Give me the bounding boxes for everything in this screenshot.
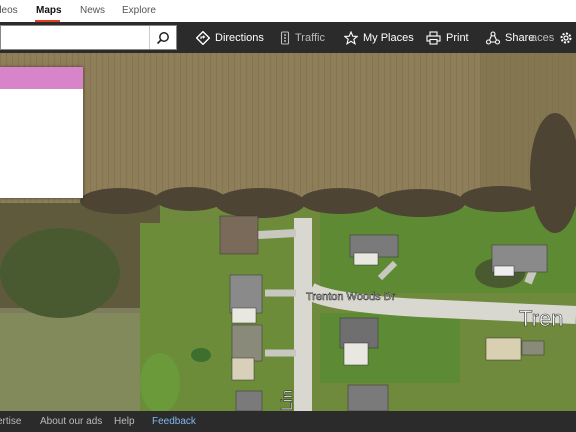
directions-label: Directions [215, 31, 264, 44]
footer: ertise About our ads Help Feedback [0, 411, 576, 432]
footer-help[interactable]: Help [114, 416, 135, 427]
nav-maps[interactable]: Maps [36, 5, 62, 16]
print-button[interactable]: Print [426, 22, 469, 53]
nav-videos[interactable]: deos [0, 5, 18, 16]
settings-button[interactable] [558, 22, 574, 53]
share-label: Share [505, 31, 535, 44]
map-canvas[interactable]: Trenton Woods Dr Tren Lin [0, 53, 576, 411]
my-places-label: My Places [363, 31, 414, 44]
nav-explore[interactable]: Explore [122, 5, 156, 16]
directions-button[interactable]: Directions [196, 22, 264, 53]
share-icon [486, 30, 500, 45]
aerial-imagery: Trenton Woods Dr Tren Lin [0, 53, 576, 411]
directions-icon [196, 30, 210, 45]
nav-news[interactable]: News [80, 5, 105, 16]
search-box [0, 25, 177, 50]
top-nav: deos Maps News Explore [0, 0, 576, 22]
gear-icon [560, 32, 572, 43]
footer-advertise[interactable]: ertise [0, 416, 21, 427]
traffic-label: Traffic [295, 31, 325, 44]
share-button[interactable]: Share [486, 22, 534, 53]
info-panel [0, 67, 83, 198]
printer-icon [426, 30, 441, 45]
info-panel-header[interactable] [0, 67, 83, 89]
footer-about-ads[interactable]: About our ads [40, 416, 102, 427]
footer-feedback[interactable]: Feedback [152, 416, 196, 427]
search-input[interactable] [5, 26, 149, 49]
traffic-button[interactable]: Traffic [280, 22, 325, 53]
map-toolbar: Directions Traffic My Places Print Share [0, 22, 576, 53]
search-button[interactable] [149, 26, 176, 49]
print-label: Print [446, 31, 469, 44]
star-icon [344, 30, 358, 45]
traffic-light-icon [280, 30, 290, 45]
street-label-tren: Tren [519, 306, 563, 331]
overlap-label: aces [531, 31, 555, 44]
search-icon [156, 31, 169, 44]
street-label-lin: Lin [279, 390, 296, 411]
my-places-button[interactable]: My Places [344, 22, 414, 53]
street-label-trenton-woods: Trenton Woods Dr [306, 291, 396, 303]
